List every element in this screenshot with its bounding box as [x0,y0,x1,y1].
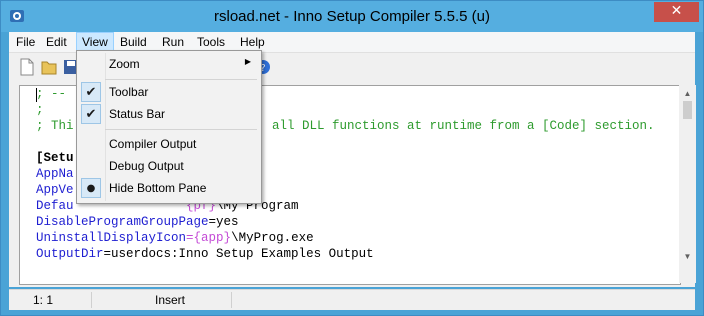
close-button[interactable]: ✕ [654,2,699,22]
code-line: AppVe [36,183,74,197]
open-folder-icon[interactable] [41,58,57,76]
code-line: Defau {pf}\My Program [36,199,299,213]
menu-file[interactable]: File [16,35,35,49]
code-line: [Setu [36,151,74,165]
menu-separator [105,129,257,130]
scroll-thumb[interactable] [683,101,692,119]
menu-item-hide-bottom-pane[interactable]: ● Hide Bottom Pane [77,177,261,199]
check-icon: ✔ [81,104,101,124]
menu-run[interactable]: Run [162,35,184,49]
menu-item-compiler-output[interactable]: Compiler Output [77,133,261,155]
menu-item-label: Zoom [109,57,140,71]
menu-item-zoom[interactable]: Zoom ▶ [77,53,261,75]
insert-mode: Insert [155,293,186,307]
code-line: ; -- [36,87,67,101]
code-line: ; Thi all DLL functions at runtime from a… [36,119,655,133]
submenu-arrow-icon: ▶ [244,57,251,66]
status-divider [231,292,232,308]
window-title: rsload.net - Inno Setup Compiler 5.5.5 (… [214,8,490,25]
menu-separator [105,79,257,80]
code-line: OutputDir=userdocs:Inno Setup Examples O… [36,247,374,261]
vertical-scrollbar[interactable]: ▲ ▼ [679,85,696,283]
menu-item-label: Hide Bottom Pane [109,181,207,195]
view-menu-dropdown: Zoom ▶ ✔ Toolbar ✔ Status Bar Compiler O… [76,50,262,204]
menu-item-debug-output[interactable]: Debug Output [77,155,261,177]
menu-item-label: Compiler Output [109,137,197,151]
cursor-position: 1: 1 [33,293,54,307]
code-line: AppNa [36,167,74,181]
menu-item-toolbar[interactable]: ✔ Toolbar [77,81,261,103]
menu-view[interactable]: View [76,32,114,51]
status-divider [91,292,92,308]
new-file-icon[interactable] [19,58,35,76]
menu-help[interactable]: Help [240,35,265,49]
code-line: ; [36,103,44,117]
scroll-down-icon[interactable]: ▼ [679,248,696,265]
menu-item-label: Toolbar [109,85,149,99]
scroll-up-icon[interactable]: ▲ [679,85,696,102]
title-bar[interactable]: rsload.net - Inno Setup Compiler 5.5.5 (… [1,1,703,32]
menu-item-label: Status Bar [109,107,166,121]
check-icon: ✔ [81,82,101,102]
status-bar: 1: 1 Insert [9,289,695,310]
menu-item-label: Debug Output [109,159,184,173]
radio-dot-icon: ● [81,178,101,198]
menu-build[interactable]: Build [120,35,147,49]
menu-item-status-bar[interactable]: ✔ Status Bar [77,103,261,125]
menu-tools[interactable]: Tools [197,35,225,49]
code-line: DisableProgramGroupPage=yes [36,215,239,229]
code-line: UninstallDisplayIcon={app}\MyProg.exe [36,231,314,245]
menu-edit[interactable]: Edit [46,35,67,49]
